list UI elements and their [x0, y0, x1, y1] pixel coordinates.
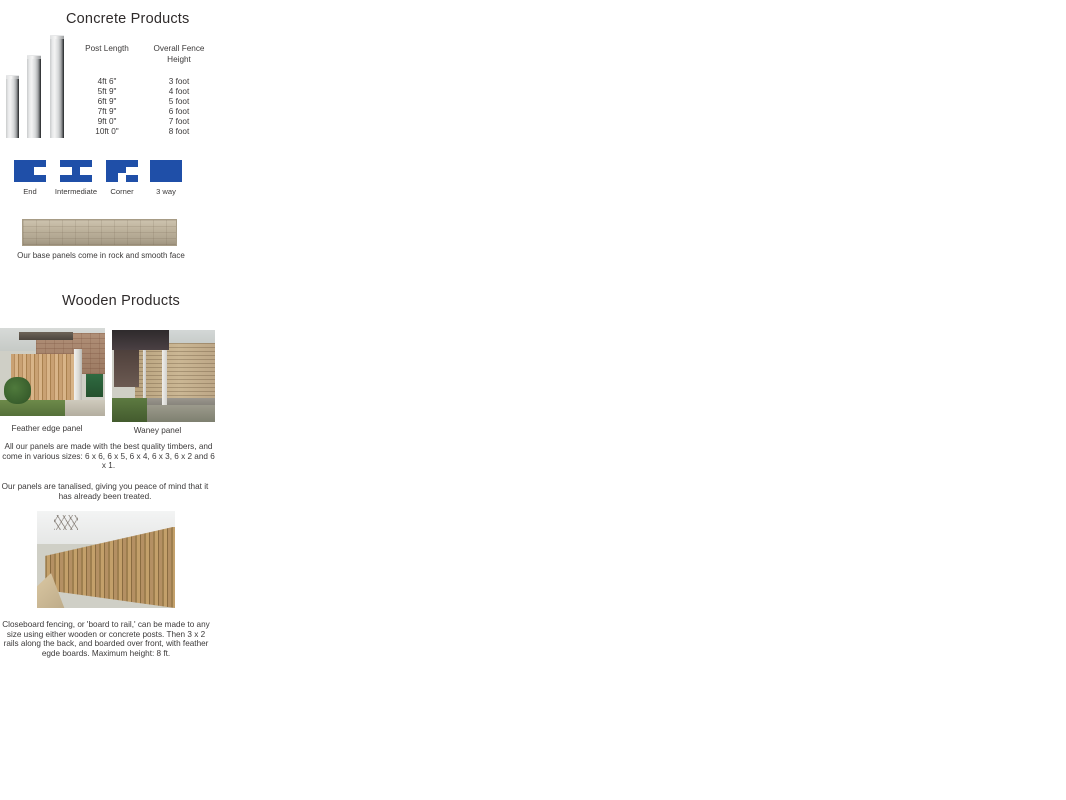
photo-tree-canopy — [112, 330, 169, 351]
table-row: 9ft 0" 7 foot — [70, 117, 214, 127]
post-length-table-body: 4ft 6" 3 foot 5ft 9" 4 foot 6ft 9" 5 foot 7ft … — [70, 67, 214, 137]
column-header-fence-height-line2: Height — [167, 54, 191, 64]
cell-fence-height: 6 foot — [168, 107, 190, 116]
waney-panel-caption: Waney panel — [133, 426, 182, 435]
post-end-icon — [14, 160, 46, 182]
photo-grass-verge — [112, 398, 148, 422]
closeboard-fencing-photo — [37, 511, 175, 608]
base-panel-caption: Our base panels come in rock and smooth … — [17, 251, 185, 260]
column-header-post-length: Post Length — [85, 44, 129, 53]
photo-shrub — [4, 377, 32, 404]
table-row: 5ft 9" 4 foot — [70, 87, 214, 97]
base-panel-photo — [22, 219, 177, 246]
photo-waney-fence — [134, 342, 215, 406]
post-type-3way-label: 3 way — [156, 187, 176, 196]
photo-roof — [18, 331, 74, 341]
post-length-table: Post Length Overall Fence Height 4ft 6" 3… — [70, 44, 214, 137]
cell-post-length: 5ft 9" — [97, 87, 117, 96]
table-row: 4ft 6" 3 foot — [70, 67, 214, 87]
table-row: 10ft 0" 8 foot — [70, 127, 214, 137]
post-type-3way: 3 way — [136, 160, 196, 196]
post-3way-icon — [150, 160, 182, 182]
photo-bare-tree — [53, 514, 79, 531]
column-header-fence-height-line1: Overall Fence — [153, 44, 205, 53]
table-row: 7ft 9" 6 foot — [70, 107, 214, 117]
photo-concrete-post-near — [162, 344, 167, 413]
page-title-wooden-products: Wooden Products — [62, 293, 180, 309]
concrete-post-small — [6, 75, 19, 138]
cell-fence-height: 5 foot — [168, 97, 190, 106]
cell-fence-height: 7 foot — [168, 117, 190, 126]
cell-fence-height: 8 foot — [168, 127, 190, 136]
post-intermediate-icon — [60, 160, 92, 182]
cell-fence-height: 3 foot — [168, 77, 190, 86]
photo-paving-slab — [65, 400, 105, 416]
concrete-post-large — [50, 35, 64, 138]
photo-green-bins — [86, 373, 103, 397]
waney-panel-photo — [112, 330, 215, 422]
cell-post-length: 6ft 9" — [97, 97, 117, 106]
column-header-fence-height: Overall Fence Height — [144, 44, 214, 67]
table-header-row: Post Length Overall Fence Height — [70, 44, 214, 67]
cell-fence-height: 4 foot — [168, 87, 190, 96]
cell-post-length: 10ft 0" — [95, 127, 119, 136]
panel-sizes-text: All our panels are made with the best qu… — [2, 442, 215, 471]
tanalised-text: Our panels are tanalised, giving you pea… — [1, 482, 209, 501]
concrete-posts-photo — [0, 33, 66, 138]
page-title-concrete-products: Concrete Products — [66, 11, 190, 27]
photo-concrete-post-far — [142, 350, 146, 404]
feather-edge-panel-caption: Feather edge panel — [11, 424, 83, 433]
cell-post-length: 9ft 0" — [97, 117, 117, 126]
cell-post-length: 7ft 9" — [97, 107, 117, 116]
feather-edge-panel-photo — [0, 328, 105, 416]
cell-post-length: 4ft 6" — [97, 77, 117, 86]
closeboard-description-text: Closeboard fencing, or 'board to rail,' … — [2, 620, 210, 658]
page-root: Concrete Products Post Length Overall Fe… — [0, 0, 1066, 800]
table-row: 6ft 9" 5 foot — [70, 97, 214, 107]
post-corner-icon — [106, 160, 138, 182]
concrete-post-medium — [27, 55, 41, 138]
